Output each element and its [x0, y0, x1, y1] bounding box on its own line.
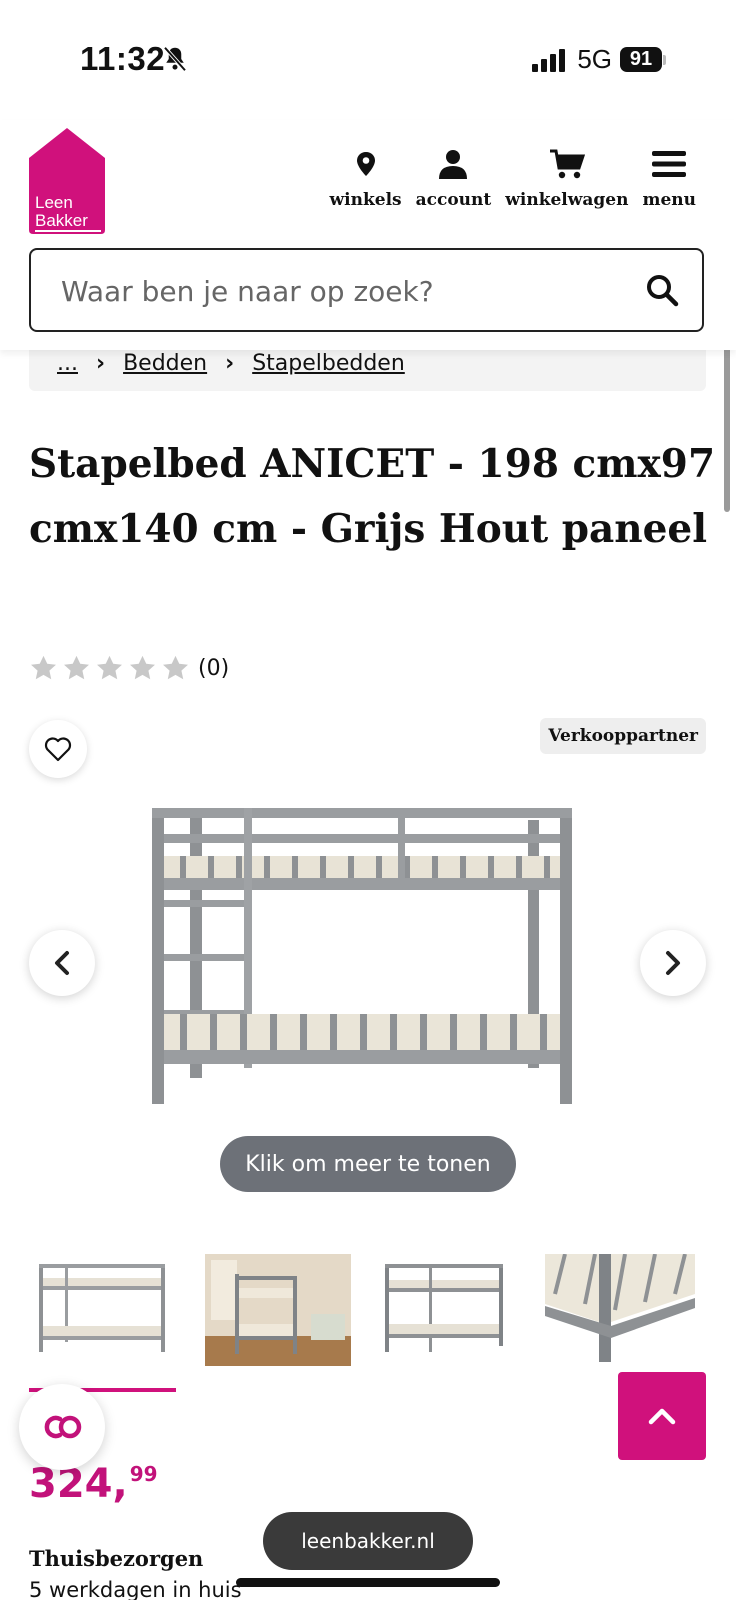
thumbnail-bunk-bed-front [39, 1264, 165, 1352]
star-icon [31, 655, 56, 680]
nav-menu-label: menu [642, 190, 696, 210]
partner-badge: Verkooppartner [540, 718, 706, 754]
browser-url-bar[interactable]: leenbakker.nl [263, 1512, 473, 1570]
thumbnail-bunk-bed-detail [545, 1254, 695, 1366]
product-image[interactable] [150, 808, 586, 1114]
price-cents: 99 [129, 1462, 158, 1486]
chevron-right-icon [666, 951, 680, 975]
status-time: 11:32 [80, 40, 166, 77]
breadcrumb-ellipsis[interactable]: ... [57, 351, 78, 376]
logo-text: Leen Bakker [35, 194, 101, 232]
thumbnail-bunk-bed-angle [385, 1264, 503, 1352]
site-header: Leen Bakker winkels account winkelwagen … [0, 120, 736, 350]
page: 11:32 5G 91 Leen Bakker winkels account … [0, 0, 736, 1600]
home-indicator[interactable] [236, 1578, 500, 1587]
nav-winkels[interactable]: winkels [330, 144, 402, 210]
bell-slash-icon [163, 46, 187, 72]
show-more-button[interactable]: Klik om meer te tonen [220, 1136, 516, 1192]
thumbnail-1[interactable] [37, 1254, 167, 1366]
battery-level: 91 [620, 47, 662, 72]
thumbnail-2[interactable] [205, 1254, 351, 1366]
product-title: Stapelbed ANICET - 198 cmx97 cmx140 cm -… [29, 441, 716, 552]
next-image-button[interactable] [640, 930, 706, 996]
nav-winkelwagen[interactable]: winkelwagen [505, 144, 628, 210]
main-nav: winkels account winkelwagen menu [330, 144, 696, 210]
co-logo-icon [44, 1415, 82, 1439]
nav-account-label: account [415, 190, 492, 210]
location-pin-icon [356, 152, 375, 176]
prev-image-button[interactable] [29, 930, 95, 996]
scroll-to-top-button[interactable] [618, 1372, 706, 1460]
search-input[interactable] [59, 266, 623, 316]
logo-line2: Bakker [35, 212, 101, 232]
battery-icon: 91 [620, 47, 666, 72]
leen-bakker-logo[interactable]: Leen Bakker [29, 128, 105, 234]
thumbnail-3[interactable] [381, 1254, 509, 1366]
star-icon [163, 655, 188, 680]
price: 324, 99 [29, 1462, 158, 1506]
breadcrumb-bedden[interactable]: Bedden [123, 351, 207, 376]
search-icon[interactable] [644, 272, 680, 308]
status-bar: 11:32 5G 91 [0, 0, 736, 120]
search-box [29, 248, 704, 332]
delivery-title: Thuisbezorgen [29, 1546, 204, 1571]
chevron-right-icon: › [95, 350, 106, 376]
nav-menu[interactable]: menu [642, 144, 696, 210]
signal-icon [532, 48, 566, 72]
compare-button[interactable] [19, 1384, 105, 1470]
status-indicators: 5G 91 [532, 44, 666, 75]
nav-account[interactable]: account [415, 144, 492, 210]
delivery-subtitle: 5 werkdagen in huis [29, 1578, 242, 1600]
network-label: 5G [577, 44, 612, 74]
thumbnail-bunk-bed-room [205, 1254, 351, 1366]
hamburger-icon [652, 151, 687, 177]
rating-count: (0) [198, 656, 230, 681]
nav-winkelwagen-label: winkelwagen [505, 190, 629, 210]
star-icon [64, 655, 89, 680]
cart-icon [549, 149, 585, 179]
rating[interactable]: (0) [29, 654, 229, 683]
nav-winkels-label: winkels [329, 190, 402, 210]
star-icon [130, 655, 155, 680]
star-icon [97, 655, 122, 680]
chevron-left-icon [55, 951, 69, 975]
user-icon [439, 150, 468, 179]
heart-icon [44, 737, 72, 762]
price-main: 324, [29, 1461, 128, 1507]
chevron-up-icon [648, 1408, 676, 1425]
thumbnail-4[interactable] [545, 1254, 695, 1366]
breadcrumb-stapelbedden[interactable]: Stapelbedden [252, 351, 405, 376]
chevron-right-icon: › [225, 350, 235, 376]
logo-line1: Leen [35, 193, 73, 212]
favorite-button[interactable] [29, 720, 87, 778]
